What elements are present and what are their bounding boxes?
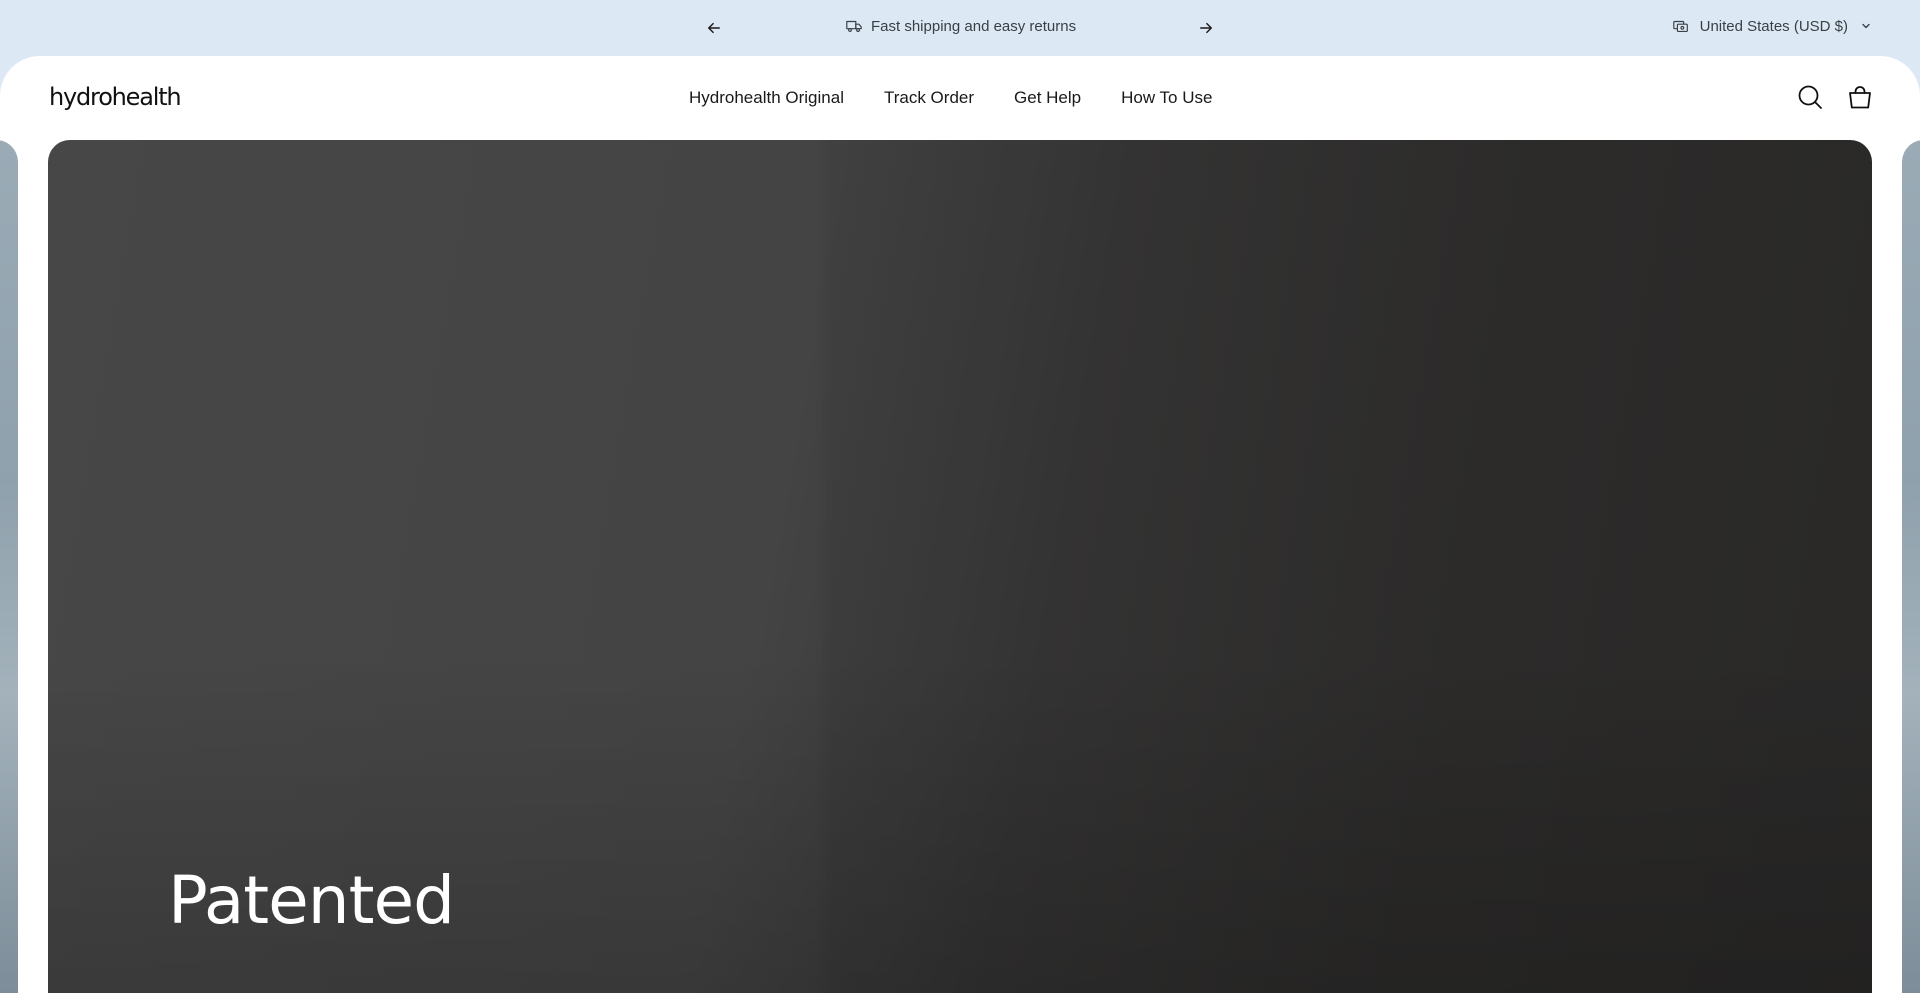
site-header: hydrohealth Hydrohealth Original Track O… bbox=[0, 56, 1920, 140]
previous-slide-peek[interactable] bbox=[0, 140, 18, 993]
currency-icon bbox=[1672, 20, 1688, 32]
cart-button[interactable] bbox=[1846, 83, 1874, 111]
search-icon bbox=[1798, 85, 1822, 109]
hero-heading: Patented bbox=[168, 862, 455, 939]
nav-item-track-order[interactable]: Track Order bbox=[884, 88, 974, 108]
announcement-next-button[interactable] bbox=[1194, 16, 1218, 40]
country-selector[interactable]: United States (USD $) bbox=[1672, 17, 1872, 35]
arrow-left-icon bbox=[708, 22, 720, 34]
next-slide-peek[interactable] bbox=[1902, 140, 1920, 993]
hero-slider: Patented bbox=[0, 140, 1920, 993]
main-nav: Hydrohealth Original Track Order Get Hel… bbox=[689, 88, 1212, 108]
logo[interactable]: hydrohealth bbox=[49, 83, 182, 111]
shopping-bag-icon bbox=[1849, 86, 1871, 109]
search-button[interactable] bbox=[1796, 83, 1824, 111]
announcement-prev-button[interactable] bbox=[702, 16, 726, 40]
country-label: United States (USD $) bbox=[1699, 17, 1848, 35]
announcement-message: Fast shipping and easy returns bbox=[845, 17, 1076, 35]
page-sheet: hydrohealth Hydrohealth Original Track O… bbox=[0, 56, 1920, 993]
nav-item-how-to-use[interactable]: How To Use bbox=[1121, 88, 1212, 108]
announcement-bar: Fast shipping and easy returns United St… bbox=[0, 0, 1920, 56]
arrow-right-icon bbox=[1200, 22, 1212, 34]
nav-item-hydrohealth-original[interactable]: Hydrohealth Original bbox=[689, 88, 844, 108]
truck-icon bbox=[846, 20, 862, 32]
announcement-text: Fast shipping and easy returns bbox=[871, 17, 1077, 35]
hero-slide: Patented bbox=[48, 140, 1872, 993]
chevron-down-icon bbox=[1862, 23, 1870, 29]
nav-item-get-help[interactable]: Get Help bbox=[1014, 88, 1081, 108]
